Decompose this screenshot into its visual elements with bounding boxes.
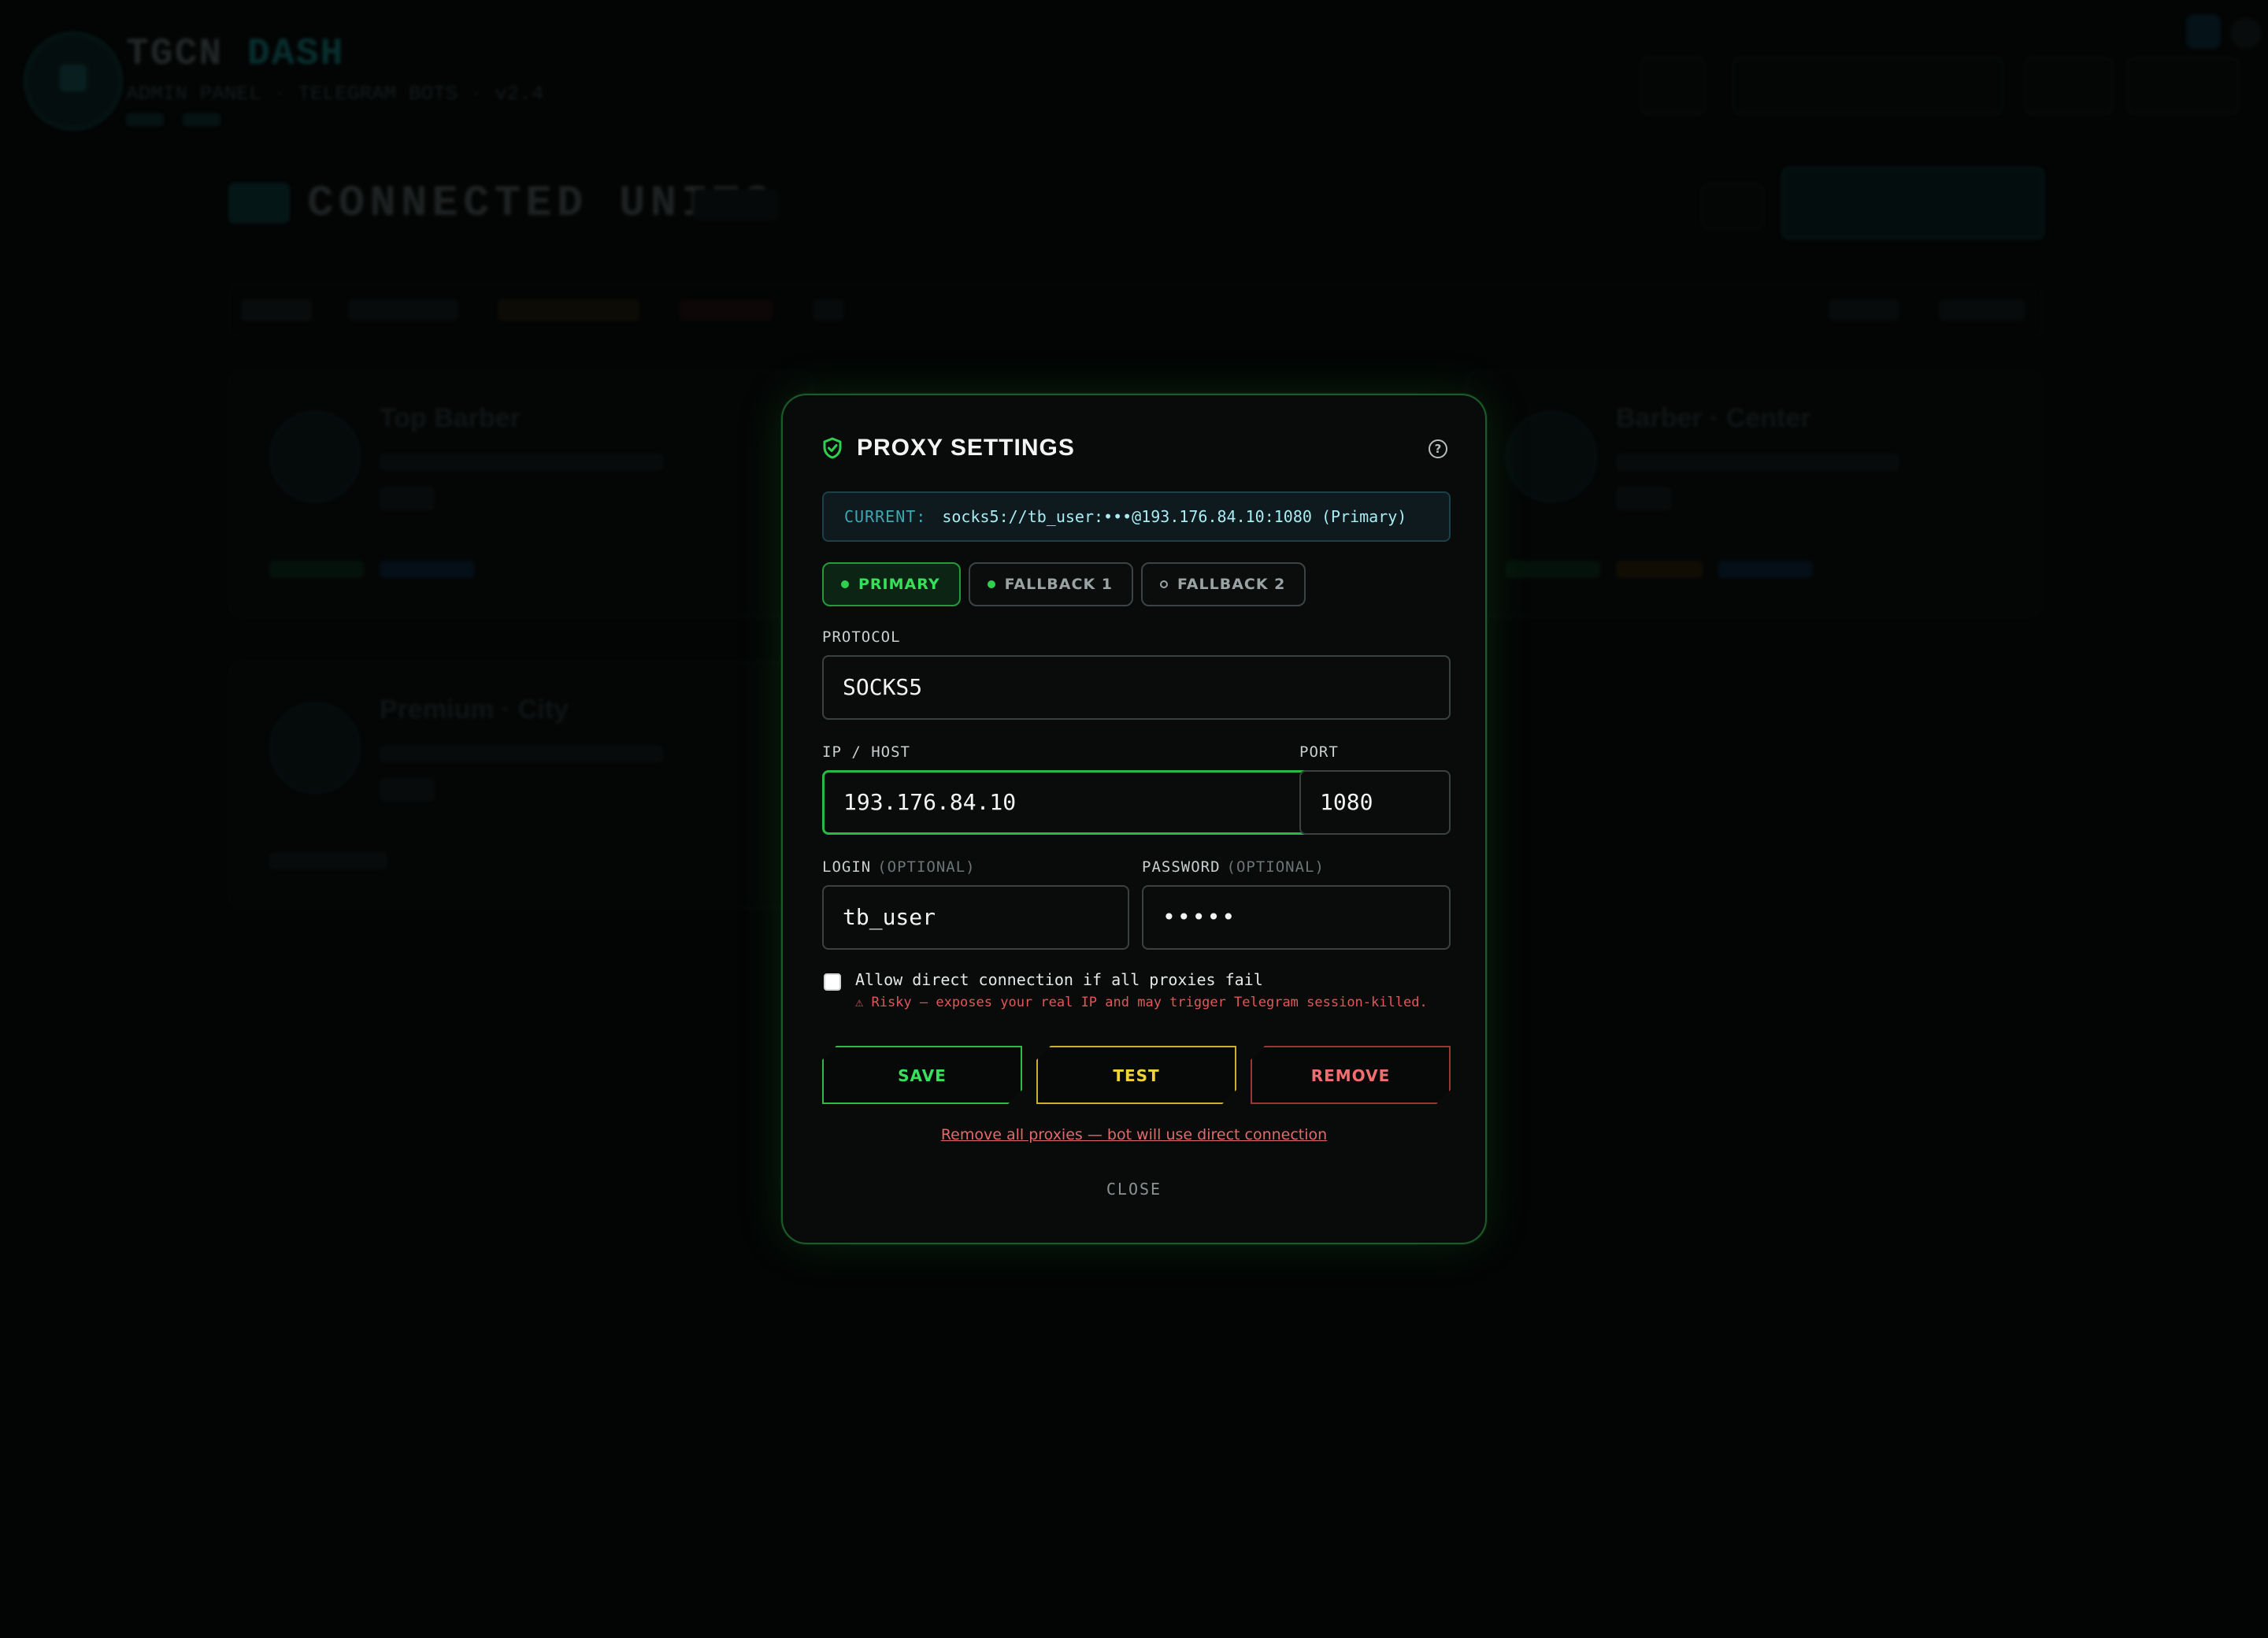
modal-header: PROXY SETTINGS <box>822 435 1075 461</box>
status-dot-icon <box>841 580 849 588</box>
status-dot-icon <box>987 580 995 588</box>
host-input[interactable]: 193.176.84.10 <box>822 770 1326 835</box>
current-proxy-banner: CURRENT: socks5://tb_user:•••@193.176.84… <box>822 491 1451 542</box>
unit-card[interactable]: Top Barber <box>228 370 814 617</box>
modal-title: PROXY SETTINGS <box>857 435 1075 461</box>
brand-tags <box>126 113 220 126</box>
avatar <box>269 702 361 794</box>
save-button[interactable]: SAVE <box>822 1046 1022 1104</box>
current-label: CURRENT: <box>844 507 927 526</box>
test-button[interactable]: TEST <box>1036 1046 1236 1104</box>
current-proxy-value: socks5://tb_user:•••@193.176.84.10:1080 … <box>942 507 1407 526</box>
app-logo <box>24 32 123 131</box>
filter-bar <box>228 284 2043 337</box>
card-name: Barber · Center <box>1616 403 1811 433</box>
tab-fallback-2[interactable]: FALLBACK 2 <box>1141 562 1306 606</box>
avatar <box>269 411 361 502</box>
refresh-button[interactable] <box>1701 183 1764 230</box>
help-circle-icon[interactable]: ? <box>1429 439 1447 458</box>
brand-subtitle: ADMIN PANEL · TELEGRAM BOTS · v2.4 <box>126 82 544 106</box>
remove-all-proxies-link[interactable]: Remove all proxies — bot will use direct… <box>783 1126 1485 1143</box>
units-icon <box>228 183 290 224</box>
add-unit-button[interactable] <box>1781 167 2044 239</box>
tab-primary[interactable]: PRIMARY <box>822 562 961 606</box>
avatar <box>1506 411 1597 502</box>
password-input[interactable]: ••••• <box>1142 885 1451 950</box>
port-label: PORT <box>1299 743 1339 761</box>
proxy-slot-tabs: PRIMARY FALLBACK 1 FALLBACK 2 <box>822 562 1306 606</box>
units-count-badge <box>693 189 780 220</box>
remove-button[interactable]: REMOVE <box>1251 1046 1451 1104</box>
telegram-icon[interactable] <box>2186 14 2221 49</box>
proxy-settings-modal: PROXY SETTINGS ? CURRENT: socks5://tb_us… <box>781 394 1487 1244</box>
empty-dot-icon <box>1160 580 1168 588</box>
port-input[interactable]: 1080 <box>1299 770 1451 835</box>
notifications-button[interactable] <box>1640 57 1706 115</box>
protocol-label: PROTOCOL <box>822 628 901 646</box>
direct-connection-label[interactable]: Allow direct connection if all proxies f… <box>855 970 1263 989</box>
tab-fallback-1[interactable]: FALLBACK 1 <box>968 562 1133 606</box>
direct-connection-checkbox[interactable] <box>824 973 841 991</box>
login-input[interactable]: tb_user <box>822 885 1129 950</box>
direct-connection-warning: ⚠ Risky — exposes your real IP and may t… <box>855 995 1428 1010</box>
protocol-select[interactable]: SOCKS5 <box>822 655 1451 720</box>
status-indicator <box>1732 57 2003 115</box>
login-label: LOGIN (OPTIONAL) <box>822 858 976 876</box>
host-label: IP / HOST <box>822 743 910 761</box>
close-button[interactable]: CLOSE <box>783 1180 1485 1199</box>
theme-toggle-icon[interactable] <box>2230 17 2262 49</box>
unit-card[interactable]: Premium · City <box>228 662 814 909</box>
brand-title: TGCN DASH <box>126 33 345 76</box>
language-button[interactable] <box>2024 57 2114 115</box>
card-name: Top Barber <box>380 403 521 433</box>
shield-check-icon <box>823 437 842 459</box>
password-label: PASSWORD (OPTIONAL) <box>1142 858 1325 876</box>
logout-button[interactable] <box>2126 57 2240 115</box>
card-name: Premium · City <box>380 695 569 724</box>
unit-card[interactable]: Barber · Center <box>1465 370 2043 617</box>
